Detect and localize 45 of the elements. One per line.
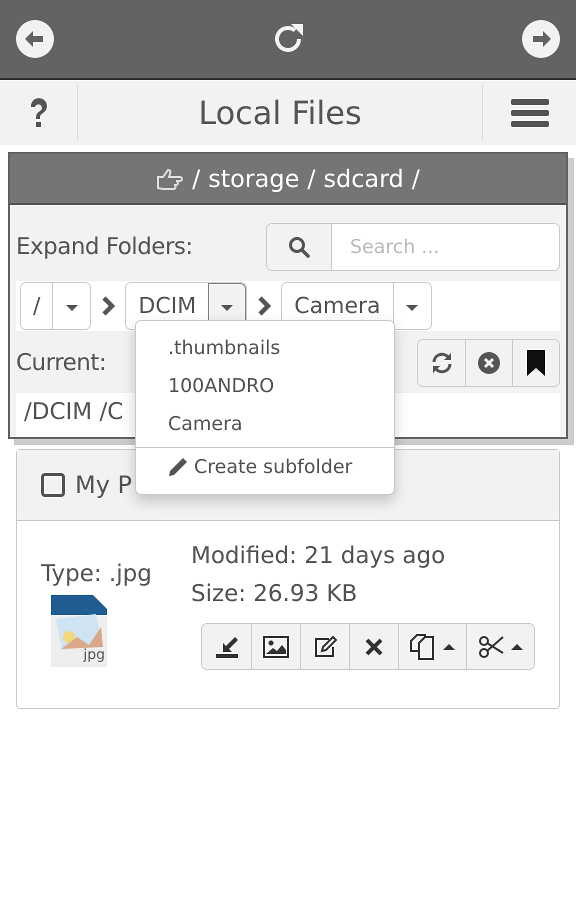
jpg-file-icon: jpg — [51, 595, 107, 667]
copy-caret-icon — [410, 634, 456, 660]
caret-icon — [221, 304, 234, 310]
download-button[interactable] — [202, 624, 251, 669]
image-icon — [263, 636, 289, 658]
forward-icon[interactable] — [522, 20, 560, 58]
file-name: My P — [75, 471, 132, 499]
chevron-icon — [257, 295, 272, 317]
preview-button[interactable] — [251, 624, 300, 669]
checkbox[interactable] — [41, 473, 65, 497]
edit-button[interactable] — [300, 624, 349, 669]
bookmark-button[interactable] — [512, 340, 559, 386]
copy-button[interactable] — [398, 624, 466, 669]
bookmark-icon — [527, 350, 545, 376]
scissors-caret-icon — [478, 634, 524, 658]
pencil-icon — [168, 457, 188, 477]
close-circle-icon — [477, 351, 501, 375]
pointing-hand-icon — [156, 166, 184, 190]
modified-date: Modified: 21 days ago — [191, 543, 446, 569]
chevron-icon — [101, 295, 116, 317]
delete-button[interactable] — [349, 624, 398, 669]
caret-icon — [66, 304, 78, 310]
refresh-icon — [430, 351, 454, 375]
search-icon — [288, 236, 310, 258]
create-subfolder-label: Create subfolder — [194, 456, 352, 478]
cut-button[interactable] — [466, 624, 534, 669]
expand-folders-label: Expand Folders: — [16, 234, 193, 260]
caret-icon — [406, 304, 418, 310]
file-type: Type: .jpg — [41, 561, 153, 587]
search-field[interactable]: Search ... — [266, 223, 560, 271]
path-text: / — [412, 164, 420, 192]
folder-menu-item[interactable]: .thumbnails — [136, 329, 394, 367]
back-icon[interactable] — [16, 20, 54, 58]
edit-icon — [313, 634, 337, 658]
path-text: / — [192, 164, 200, 192]
current-label: Current: — [16, 350, 106, 376]
path-text: / — [307, 164, 316, 192]
file-size: Size: 26.93 KB — [191, 581, 358, 607]
create-subfolder-item[interactable]: Create subfolder — [136, 447, 394, 486]
download-icon — [214, 634, 238, 658]
close-icon — [365, 638, 383, 656]
menu-icon — [510, 96, 548, 128]
path-text: storage — [208, 164, 300, 192]
path-text: sdcard — [323, 164, 404, 192]
page-title: Local Files — [197, 94, 363, 132]
